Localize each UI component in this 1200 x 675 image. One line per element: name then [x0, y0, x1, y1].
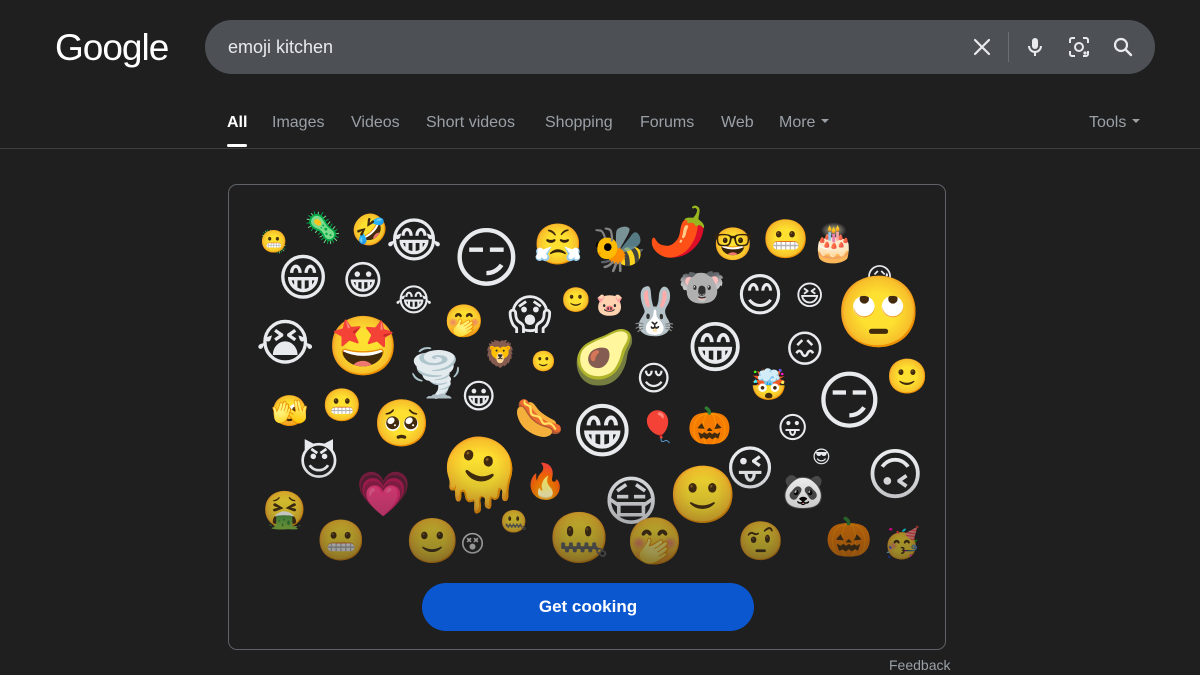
emoji-sticker: 🦠	[304, 212, 342, 245]
caret-down-icon	[1132, 118, 1141, 123]
emoji-sticker: 🤣	[351, 214, 389, 247]
tab-more-label: More	[779, 114, 816, 131]
emoji-sticker: 😂	[395, 282, 433, 318]
emoji-sticker: 🤮	[262, 489, 307, 530]
emoji-sticker: 😈	[298, 440, 340, 484]
feedback-link[interactable]: Feedback	[889, 657, 950, 673]
emoji-sticker: 🥳	[883, 527, 921, 560]
active-tab-indicator	[227, 144, 247, 147]
emoji-sticker: 😛	[777, 412, 809, 445]
tabs-divider	[0, 148, 1200, 149]
tab-shopping[interactable]: Shopping	[545, 114, 613, 132]
emoji-sticker: 🤩	[327, 314, 400, 379]
emoji-sticker: 🐨	[678, 267, 726, 309]
emoji-sticker: 🤭	[626, 515, 684, 567]
tab-web[interactable]: Web	[721, 114, 754, 132]
emoji-sticker: 🙃	[866, 443, 925, 506]
emoji-sticker: 😏	[816, 365, 883, 437]
emoji-sticker: 🙂	[405, 517, 460, 566]
emoji-sticker: 🥺	[373, 397, 431, 449]
emoji-sticker: 🌭	[514, 397, 564, 441]
emoji-sticker: 😁	[571, 398, 634, 465]
emoji-sticker: 😬	[260, 229, 288, 254]
emoji-sticker: 😏	[452, 221, 521, 295]
search-icon[interactable]	[1111, 35, 1135, 59]
tab-more[interactable]: More	[779, 114, 830, 132]
microphone-icon[interactable]	[1023, 35, 1047, 59]
tab-videos[interactable]: Videos	[351, 114, 400, 132]
search-divider	[1008, 32, 1009, 62]
tools-button[interactable]: Tools	[1089, 114, 1141, 132]
emoji-sticker: 😎	[812, 447, 831, 467]
emoji-sticker: 😁	[686, 316, 745, 379]
emoji-sticker: 😬	[316, 519, 366, 563]
emoji-sticker: 🙂	[531, 351, 556, 373]
tab-images[interactable]: Images	[272, 114, 324, 132]
get-cooking-button[interactable]: Get cooking	[422, 583, 754, 631]
emoji-sticker: 🤐	[500, 509, 528, 534]
clear-icon[interactable]	[970, 35, 994, 59]
tools-label: Tools	[1089, 114, 1127, 131]
emoji-sticker: 🐼	[782, 473, 825, 511]
emoji-sticker: 💗	[356, 470, 411, 519]
emoji-sticker: 🤯	[750, 369, 788, 402]
emoji-sticker: 🌪️	[407, 347, 465, 399]
emoji-sticker: 🔥	[524, 463, 567, 501]
emoji-sticker: 😌	[636, 360, 672, 398]
emoji-sticker: 🌶️	[648, 206, 708, 259]
emoji-sticker: 🤓	[713, 226, 753, 262]
caret-down-icon	[821, 118, 830, 123]
emoji-sticker: 😱	[508, 291, 552, 338]
emoji-sticker: 😭	[256, 315, 315, 371]
emoji-sticker: 🫣	[271, 395, 309, 428]
search-bar[interactable]: emoji kitchen	[205, 20, 1155, 74]
tab-forums[interactable]: Forums	[640, 114, 694, 132]
emoji-sticker: 🐷	[596, 292, 624, 317]
emoji-sticker: 😖	[785, 329, 825, 371]
emoji-sticker: 🎂	[811, 222, 856, 263]
emoji-sticker: 😊	[736, 269, 784, 321]
emoji-sticker: 😵	[460, 531, 486, 558]
emoji-sticker: 🎃	[825, 517, 873, 559]
lens-camera-icon[interactable]	[1067, 35, 1091, 59]
emoji-sticker: 🤐	[548, 510, 611, 566]
emoji-sticker: 😂	[386, 215, 443, 268]
tab-short-videos[interactable]: Short videos	[426, 114, 515, 132]
emoji-sticker: 😆	[795, 280, 825, 311]
emoji-sticker: 🎃	[687, 405, 732, 446]
emoji-sticker: 😁	[277, 250, 330, 306]
emoji-sticker: 😤	[533, 223, 583, 267]
emoji-sticker: 🦁	[484, 339, 517, 369]
emoji-sticker: 😬	[322, 387, 362, 423]
emoji-sticker: 🐝	[592, 225, 647, 274]
emoji-sticker: 😀	[461, 378, 497, 416]
emoji-sticker: 🙂	[561, 287, 591, 314]
emoji-kitchen-card[interactable]: 🦠 🦠 🤣 😂 😏 😤 🐝 🌶️ 🤓 😬 🎂 😁 😀 😂 😥 🤭 😱 🙂 🐷 🐰 🐨 😊 😆 🙄 😭 🤩 🌪️ 🦁 🙂 🥑 😁 😖 😌 🤯 🙂 🫣 😬 🥺…	[228, 184, 946, 650]
emoji-sticker: 🙂	[886, 358, 929, 396]
emoji-sticker: 🥑	[572, 329, 637, 387]
emoji-sticker: 😬	[762, 219, 810, 261]
emoji-sticker: 😀	[342, 259, 384, 303]
emoji-sticker: 🤭	[444, 303, 484, 339]
tab-all[interactable]: All	[227, 114, 247, 132]
search-input[interactable]: emoji kitchen	[228, 37, 333, 58]
emoji-sticker: 🙄	[835, 273, 923, 351]
emoji-sticker: 🐰	[626, 285, 684, 337]
emoji-sticker: 🎈	[639, 411, 677, 444]
google-logo[interactable]: Google	[55, 27, 169, 69]
emoji-sticker: 🫠	[436, 436, 524, 514]
emoji-sticker: 🤨	[737, 521, 785, 563]
